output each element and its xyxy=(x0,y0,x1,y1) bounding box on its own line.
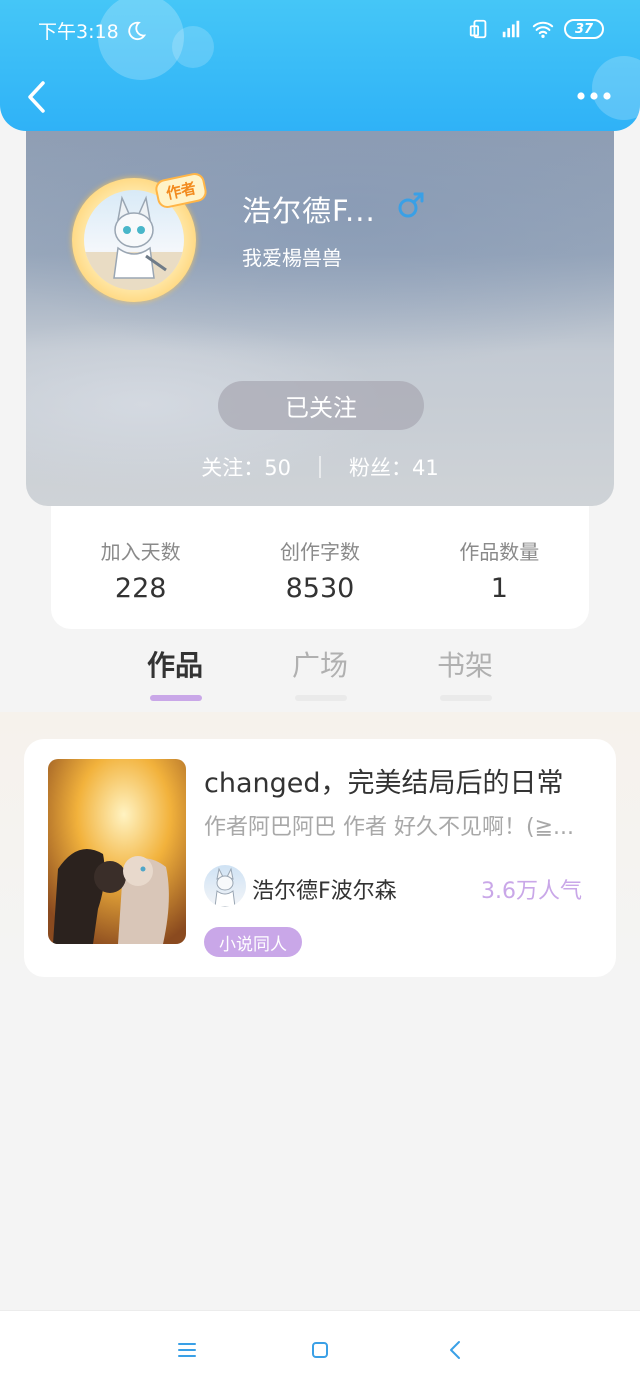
menu-button[interactable] xyxy=(172,1335,202,1365)
author-avatar[interactable]: 作者 xyxy=(68,170,209,304)
work-popularity: 3.6万人气 xyxy=(481,879,582,904)
stat-works-count: 作品数量 1 xyxy=(410,536,589,629)
male-icon xyxy=(398,192,424,218)
square-home-icon xyxy=(312,1342,328,1358)
back-button[interactable] xyxy=(20,78,52,116)
work-title[interactable]: changed，完美结局后的日常 xyxy=(204,761,564,800)
fans-link[interactable]: 粉丝：41 xyxy=(349,452,439,482)
stat-join-days: 加入天数 228 xyxy=(51,536,230,629)
stat-word-count: 创作字数 8530 xyxy=(230,536,409,629)
system-back-button[interactable] xyxy=(440,1335,470,1365)
fans-count: 41 xyxy=(412,456,439,480)
work-card[interactable]: changed，完美结局后的日常 作者阿巴阿巴 作者 好久不见啊！(≧... 浩… xyxy=(24,739,616,977)
chevron-left-icon xyxy=(28,81,45,113)
system-navigation-bar xyxy=(0,1310,640,1387)
tab-indicator xyxy=(295,695,347,701)
stats-divider xyxy=(319,456,321,478)
work-author-name[interactable]: 浩尔德F波尔森 xyxy=(252,873,397,905)
status-time-text: 下午3:18 xyxy=(38,21,119,43)
author-mini-avatar xyxy=(214,867,236,907)
stat-label: 作品数量 xyxy=(459,540,540,564)
profile-username: 浩尔德F... xyxy=(242,194,376,228)
status-bar-icons: 37 xyxy=(468,16,604,42)
more-horizontal-icon xyxy=(577,92,611,100)
screen-mirror-icon xyxy=(469,19,487,39)
profile-tabs: 作品 广场 书架 xyxy=(0,640,640,712)
following-count: 50 xyxy=(264,456,291,480)
more-options-button[interactable] xyxy=(574,84,614,108)
author-stats-card: 加入天数 228 创作字数 8530 作品数量 1 xyxy=(51,498,589,629)
work-author-avatar[interactable] xyxy=(204,865,246,907)
following-button[interactable]: 已关注 xyxy=(218,381,424,430)
battery-indicator: 37 xyxy=(564,19,604,39)
signal-icon xyxy=(502,20,520,38)
home-button[interactable] xyxy=(305,1335,335,1365)
back-triangle-icon xyxy=(450,1341,460,1359)
stat-value: 1 xyxy=(490,573,508,604)
follow-stats: 关注：50 粉丝：41 xyxy=(26,452,614,482)
tab-indicator xyxy=(150,695,202,701)
fans-label: 粉丝： xyxy=(349,456,412,480)
tab-label: 书架 xyxy=(436,649,493,682)
author-badge: 作者 xyxy=(153,171,209,210)
tab-indicator xyxy=(440,695,492,701)
tab-bookshelf[interactable]: 书架 xyxy=(425,644,505,701)
decor-bubble xyxy=(172,26,214,68)
cover-illustration xyxy=(48,759,186,944)
profile-hero: 作者 浩尔德F... 我爱楊兽兽 已关注 关注：50 粉丝：41 xyxy=(26,100,614,506)
stat-label: 加入天数 xyxy=(100,540,181,564)
status-bar-time: 下午3:18 xyxy=(38,17,147,44)
stat-value: 228 xyxy=(114,573,167,604)
following-link[interactable]: 关注：50 xyxy=(201,452,291,482)
top-header: 下午3:18 37 xyxy=(0,0,640,131)
tab-works[interactable]: 作品 xyxy=(135,644,215,701)
stat-value: 8530 xyxy=(285,573,355,604)
tab-label: 作品 xyxy=(146,649,203,682)
work-cover-image[interactable] xyxy=(48,759,186,944)
menu-icon xyxy=(178,1343,196,1357)
following-label: 关注： xyxy=(201,456,265,480)
moon-icon xyxy=(127,21,146,40)
battery-level: 37 xyxy=(574,21,594,37)
wifi-icon xyxy=(532,21,554,38)
tab-square[interactable]: 广场 xyxy=(280,644,360,701)
work-description: 作者阿巴阿巴 作者 好久不见啊！(≧... xyxy=(204,815,574,840)
tab-label: 广场 xyxy=(291,649,348,682)
profile-bio: 我爱楊兽兽 xyxy=(242,246,342,270)
work-category-tag[interactable]: 小说同人 xyxy=(204,927,302,957)
stat-label: 创作字数 xyxy=(279,540,360,564)
